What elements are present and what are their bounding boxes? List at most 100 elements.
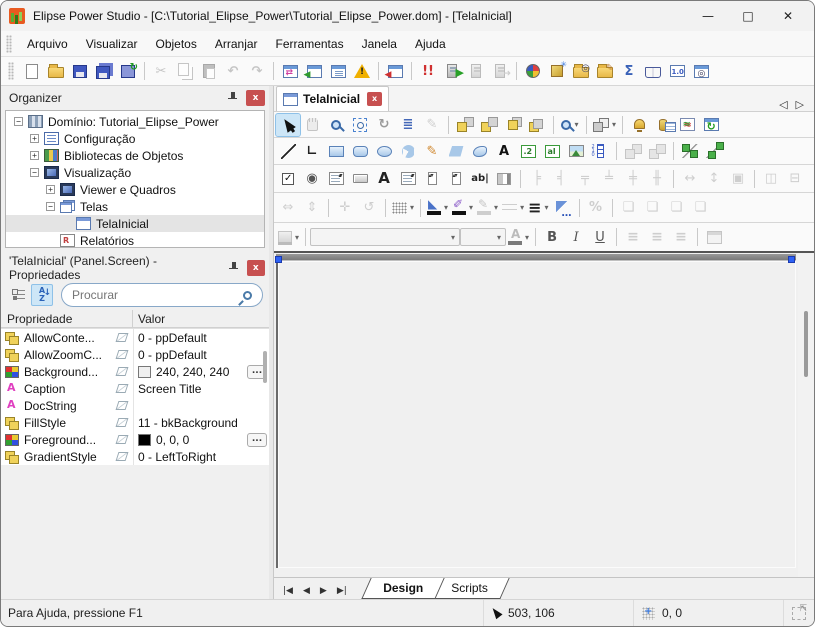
find-objects[interactable] <box>689 60 713 82</box>
draw-line[interactable] <box>276 140 300 162</box>
fill-color-dropdown-icon[interactable]: ▾ <box>444 203 448 212</box>
insert-linked-text[interactable] <box>540 140 564 162</box>
expand-icon[interactable]: + <box>30 151 39 160</box>
font-name-combo-dropdown-icon[interactable]: ▾ <box>451 233 455 242</box>
bring-to-front[interactable] <box>453 114 477 136</box>
last-view-icon[interactable]: ▶| <box>332 584 352 598</box>
select-tool[interactable] <box>276 114 300 136</box>
search-gallery[interactable] <box>569 60 593 82</box>
link-tag-icon[interactable] <box>116 333 129 342</box>
properties-close-icon[interactable]: x <box>247 260 265 276</box>
property-row-gradientstyle[interactable]: GradientStyle0 - LeftToRight <box>1 448 269 465</box>
line-width[interactable]: ≡▾ <box>526 197 550 219</box>
property-row-allowzoomc[interactable]: AllowZoomC...0 - ppDefault <box>1 346 269 363</box>
group-objects[interactable]: ▾ <box>591 114 618 136</box>
font-color-dropdown-icon[interactable]: ▾ <box>525 233 529 242</box>
advanced-fill[interactable] <box>551 197 575 219</box>
open-file[interactable] <box>44 60 68 82</box>
property-search-input[interactable] <box>72 288 243 302</box>
insert-label[interactable]: A <box>372 168 396 190</box>
background-style-dropdown-icon[interactable]: ▾ <box>295 233 299 242</box>
organize-gallery[interactable] <box>593 60 617 82</box>
italic[interactable]: I <box>564 226 588 248</box>
insert-spinner[interactable] <box>444 168 468 190</box>
bold[interactable]: B <box>540 226 564 248</box>
link-tag-icon[interactable] <box>116 435 129 444</box>
brush-color[interactable]: ▾ <box>450 197 475 219</box>
insert-textbox[interactable]: ab| <box>468 168 492 190</box>
categorized-view-button[interactable] <box>7 284 29 306</box>
expand-icon[interactable]: + <box>30 134 39 143</box>
documentation[interactable] <box>641 60 665 82</box>
menu-ferramentas[interactable]: Ferramentas <box>267 34 353 54</box>
insert-scale[interactable] <box>588 140 612 162</box>
draw-arc[interactable] <box>396 140 420 162</box>
organizer-close-icon[interactable]: x <box>246 90 265 106</box>
property-value[interactable]: 11 - bkBackground <box>138 416 269 430</box>
fill-color[interactable]: ▾ <box>425 197 450 219</box>
property-row-fillstyle[interactable]: FillStyle11 - bkBackground <box>1 414 269 431</box>
tab-close-icon[interactable]: x <box>367 92 382 106</box>
zoom-tool[interactable] <box>324 114 348 136</box>
collapse-icon[interactable]: − <box>30 168 39 177</box>
canvas-vertical-scrollbar[interactable] <box>798 253 814 577</box>
grid-settings-dropdown-icon[interactable]: ▾ <box>410 203 414 212</box>
line-color-dropdown-icon[interactable]: ▾ <box>494 203 498 212</box>
menu-janela[interactable]: Janela <box>353 34 406 54</box>
ellipsis-button[interactable]: ... <box>247 433 267 447</box>
next-view-icon[interactable]: ▶ <box>315 584 332 598</box>
close-screens[interactable] <box>383 60 407 82</box>
brush-color-dropdown-icon[interactable]: ▾ <box>469 203 473 212</box>
line-style-dropdown-icon[interactable]: ▾ <box>520 203 524 212</box>
draw-freehand[interactable]: ✎ <box>420 140 444 162</box>
menu-arquivo[interactable]: Arquivo <box>18 34 77 54</box>
link-tag-icon[interactable] <box>116 350 129 359</box>
alphabetical-sort-button[interactable]: AZ <box>31 284 53 306</box>
property-row-allowconte[interactable]: AllowConte...0 - ppDefault <box>1 329 269 346</box>
collapse-icon[interactable]: − <box>14 117 23 126</box>
selection-handle-top-left[interactable] <box>275 256 282 263</box>
property-value[interactable]: 0 - LeftToRight <box>138 450 269 464</box>
collapse-icon[interactable]: − <box>46 202 55 211</box>
expression-editor[interactable]: Σ <box>617 60 641 82</box>
draw-polygon[interactable] <box>444 140 468 162</box>
rotate-tool[interactable]: ↻ <box>372 114 396 136</box>
previous-view-icon[interactable]: ◀ <box>298 584 315 598</box>
menu-objetos[interactable]: Objetos <box>147 34 206 54</box>
tree-item-viewerequadros[interactable]: +Viewer e Quadros <box>6 181 264 198</box>
draw-rounded-rectangle[interactable] <box>348 140 372 162</box>
group-objects-dropdown-icon[interactable]: ▾ <box>612 120 616 129</box>
property-row-docstring[interactable]: DocString <box>1 397 269 414</box>
properties-pin-icon[interactable] <box>225 260 242 276</box>
insert-connector-multi[interactable] <box>702 140 726 162</box>
property-value[interactable]: 0 - ppDefault <box>138 331 269 345</box>
minimize-button[interactable]: — <box>688 3 728 29</box>
insert-updown[interactable] <box>420 168 444 190</box>
tree-item-configuracao[interactable]: +Configuração <box>6 130 264 147</box>
draw-rectangle[interactable] <box>324 140 348 162</box>
screen-canvas[interactable] <box>276 261 796 568</box>
execute-domain[interactable] <box>440 60 464 82</box>
insert-e3playback[interactable] <box>699 114 723 136</box>
bring-forward[interactable] <box>501 114 525 136</box>
expand-icon[interactable]: + <box>46 185 55 194</box>
tab-order[interactable]: ≣ <box>396 114 420 136</box>
maximize-button[interactable]: □ <box>728 3 768 29</box>
font-size-combo-dropdown-icon[interactable]: ▾ <box>497 233 501 242</box>
update-library[interactable] <box>116 60 140 82</box>
insert-radio[interactable]: ◉ <box>300 168 324 190</box>
import-domain[interactable] <box>278 60 302 82</box>
property-value[interactable]: 0, 0, 0 <box>156 433 245 447</box>
insert-display[interactable] <box>516 140 540 162</box>
insert-alarm-object[interactable] <box>627 114 651 136</box>
column-propriedade[interactable]: Propriedade <box>1 310 133 327</box>
object-gallery[interactable] <box>521 60 545 82</box>
tab-telainicial[interactable]: TelaInicial x <box>276 86 389 111</box>
selection-handle-top-right[interactable] <box>788 256 795 263</box>
column-valor[interactable]: Valor <box>133 312 165 326</box>
insert-e3browser[interactable] <box>651 114 675 136</box>
tree-item-telainicial[interactable]: TelaInicial <box>6 215 264 232</box>
underline[interactable]: U <box>588 226 612 248</box>
version-control[interactable] <box>665 60 689 82</box>
menu-arranjar[interactable]: Arranjar <box>206 34 267 54</box>
